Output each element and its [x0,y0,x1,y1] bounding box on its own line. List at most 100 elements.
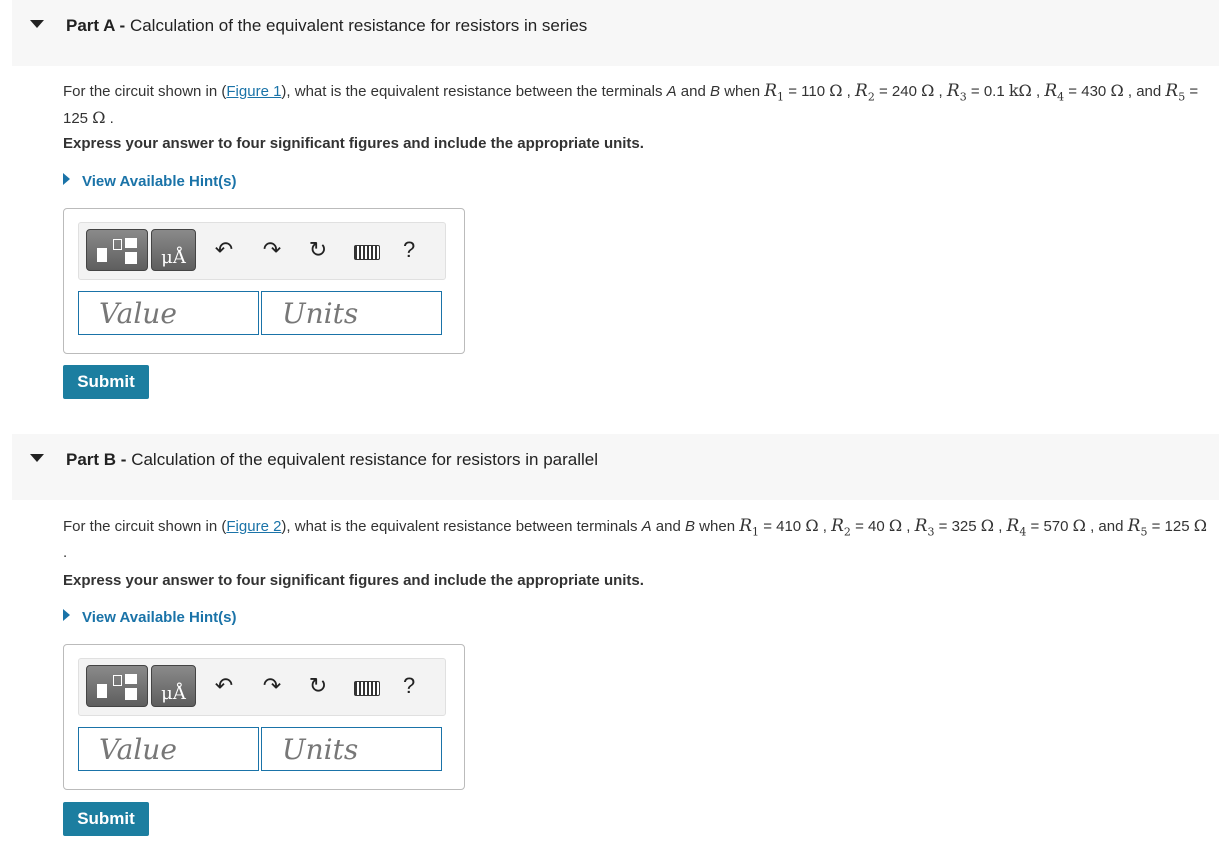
template-box-icon [113,675,122,686]
expand-triangle-icon [63,173,70,185]
question-when: when [695,518,740,535]
redo-icon[interactable]: ↷ [259,237,285,265]
template-block-icon [97,684,107,698]
submit-button[interactable]: Submit [63,365,149,399]
part-label: Part B - [66,450,127,469]
terminal-b: B [710,83,721,100]
resistor-symbol: R2 [855,81,875,104]
part-b-title: Part B - Calculation of the equivalent r… [66,450,598,470]
units-glyph: μÅ [161,683,186,704]
help-icon[interactable]: ? [403,237,415,263]
part-b-header[interactable]: Part B - Calculation of the equivalent r… [12,434,1219,500]
math-toolbar: μÅ ↶ ↷ ↻ ? [78,658,446,716]
resistor-value: = 325 [934,518,981,535]
expand-triangle-icon [63,609,70,621]
collapse-caret-icon[interactable] [30,454,44,462]
reset-icon[interactable]: ↻ [305,673,331,701]
hint-label: View Available Hint(s) [82,173,237,190]
resistor-unit: Ω [92,108,106,128]
value-input[interactable] [78,291,259,335]
resistor-unit: Ω [888,516,903,535]
question-and: and [676,83,711,100]
part-a: Part A - Calculation of the equivalent r… [0,0,1229,420]
units-button[interactable]: μÅ [151,229,196,271]
redo-icon[interactable]: ↷ [259,673,285,701]
resistor-value: = 40 [850,518,889,535]
keyboard-icon[interactable] [354,245,380,260]
value-input[interactable] [78,727,259,771]
submit-button[interactable]: Submit [63,802,149,836]
hint-label: View Available Hint(s) [82,609,237,626]
separator: , and [1085,518,1128,535]
resistor-symbol: R1 [739,516,760,539]
question-and: and [651,518,685,535]
terminal-b: B [685,518,696,535]
separator: , [994,518,1007,535]
part-b: Part B - Calculation of the equivalent r… [0,434,1229,858]
resistor-unit: Ω [1072,516,1086,535]
separator: , [1031,83,1045,100]
resistor-value: = 410 [759,518,806,535]
separator: , [902,518,915,535]
template-block-icon [97,248,107,262]
keyboard-icon[interactable] [354,681,380,696]
separator: , [842,83,856,100]
answer-box: μÅ ↶ ↷ ↻ ? [63,208,465,354]
figure-2-link[interactable]: Figure 2 [226,518,281,535]
separator: , and [1123,83,1166,100]
collapse-caret-icon[interactable] [30,20,44,28]
resistor-unit: Ω [829,81,843,100]
part-label: Part A - [66,16,126,35]
question-middle: ), what is the equivalent resistance bet… [281,83,667,100]
resistor-symbol: R3 [914,516,935,539]
separator: , [934,83,947,100]
resistor-value: = 110 [784,83,830,100]
view-hints-link[interactable]: View Available Hint(s) [63,173,237,190]
instruction-text: Express your answer to four significant … [63,572,644,589]
resistor-unit: Ω [1193,516,1207,535]
resistor-symbol: R4 [1044,81,1065,104]
figure-1-link[interactable]: Figure 1 [226,83,281,100]
question-middle: ), what is the equivalent resistance bet… [281,518,642,535]
template-box-icon [113,239,122,250]
resistor-value: = 0.1 [966,83,1009,100]
template-block-icon [125,252,137,264]
resistor-unit: Ω [921,81,935,100]
units-input[interactable] [261,291,442,335]
question-text: For the circuit shown in (Figure 1), wha… [63,80,1213,129]
part-a-title: Part A - Calculation of the equivalent r… [66,16,587,36]
question-text: For the circuit shown in (Figure 2), wha… [63,515,1213,563]
resistor-symbol: R2 [831,516,851,539]
resistor-symbol: R3 [946,81,967,104]
resistor-value: = 240 [874,83,922,100]
terminal-a: A [666,83,677,100]
part-title-text: Calculation of the equivalent resistance… [131,450,598,469]
template-block-icon [125,674,137,684]
terminal-a: A [641,518,652,535]
units-button[interactable]: μÅ [151,665,196,707]
resistor-unit: Ω [805,516,819,535]
resistor-value: = 125 [1147,518,1194,535]
template-block-icon [125,688,137,700]
instruction-text: Express your answer to four significant … [63,135,644,152]
separator: , [818,518,832,535]
template-block-icon [125,238,137,248]
resistor-symbol: R1 [764,81,785,104]
reset-icon[interactable]: ↻ [305,237,331,265]
undo-icon[interactable]: ↶ [211,237,237,265]
math-toolbar: μÅ ↶ ↷ ↻ ? [78,222,446,280]
templates-button[interactable] [86,229,148,271]
units-input[interactable] [261,727,442,771]
resistor-unit: Ω [1110,81,1124,100]
part-a-header[interactable]: Part A - Calculation of the equivalent r… [12,0,1219,66]
resistor-value: = 570 [1026,518,1073,535]
question-prefix: For the circuit shown in ( [63,518,227,535]
undo-icon[interactable]: ↶ [211,673,237,701]
resistor-symbol: R4 [1006,516,1027,539]
view-hints-link[interactable]: View Available Hint(s) [63,609,237,626]
separator: . [63,544,68,562]
resistor-unit: kΩ [1008,81,1032,100]
templates-button[interactable] [86,665,148,707]
resistor-unit: Ω [980,516,995,535]
help-icon[interactable]: ? [403,673,415,699]
